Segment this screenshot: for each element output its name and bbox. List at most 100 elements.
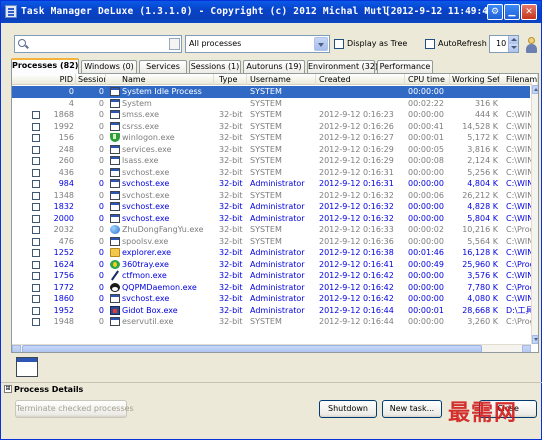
tab-1[interactable]: Windows (0) <box>81 60 137 73</box>
cell-name: 360tray.exe <box>122 259 169 269</box>
cell-session: 0 <box>98 110 104 119</box>
cell-cpu-time: 00:01:46 <box>408 248 444 257</box>
cell-cpu-time: 00:02:22 <box>408 98 444 108</box>
cell-cpu-time: 00:00:08 <box>408 156 444 165</box>
tab-0[interactable]: Processes (82) <box>11 58 79 74</box>
toolbar: All processes Display as Tree AutoRefres… <box>1 35 542 55</box>
horizontal-scroll-thumb[interactable] <box>22 345 482 352</box>
cell-username: Administrator <box>250 213 305 223</box>
table-row[interactable]: 1952 0 Gidot Box.exe 32-bit Administrator 201… <box>12 305 538 317</box>
cell-type: 32-bit <box>219 236 243 246</box>
column-header-session[interactable]: Session <box>78 74 106 85</box>
table-row[interactable]: 1624 0 360tray.exe 32-bit Administrator 2012-… <box>12 259 538 271</box>
scroll-right-icon[interactable] <box>522 345 531 352</box>
cell-username: SYSTEM <box>250 110 282 119</box>
cell-session: 0 <box>98 294 104 303</box>
stepper-down-icon[interactable] <box>508 44 518 52</box>
column-header-type[interactable]: Type <box>217 74 247 85</box>
cell-working-set: 14,528 K <box>462 121 498 131</box>
table-row[interactable]: 1860 0 svchost.exe 32-bit Administrator 2012-… <box>12 293 538 305</box>
cell-name: svchost.exe <box>122 202 170 211</box>
table-row[interactable]: 156 0 winlogon.exe 32-bit SYSTEM 2012-9-12 0:… <box>12 132 538 144</box>
title-bar[interactable]: Task Manager DeLuxe (1.3.1.0) - Copyrigh… <box>1 1 541 23</box>
auto-refresh-checkbox[interactable] <box>425 39 435 49</box>
table-row[interactable]: 1868 0 smss.exe 32-bit SYSTEM 2012-9-12 0:16:… <box>12 109 538 121</box>
vertical-scrollbar[interactable] <box>531 85 538 344</box>
cell-pid: 436 <box>58 167 74 177</box>
cell-cpu-time: 00:00:01 <box>408 133 444 142</box>
new-task-button[interactable]: New task... <box>382 400 442 418</box>
tab-6[interactable]: Performance <box>377 60 433 73</box>
window-icon <box>110 202 120 211</box>
process-table: PID Session Name Type Username Created CPU tim… <box>11 73 539 353</box>
table-row[interactable]: 248 0 services.exe 32-bit SYSTEM 2012-9-12 0:… <box>12 144 538 156</box>
cell-name: spoolsv.exe <box>122 236 169 246</box>
column-header-filename[interactable]: Filename <box>504 74 538 85</box>
chevron-down-icon[interactable] <box>314 37 328 51</box>
tab-4[interactable]: Autoruns (19) <box>243 60 305 73</box>
table-row[interactable]: 2032 0 ZhuDongFangYu.exe 32-bit SYSTEM 2012-9… <box>12 224 538 236</box>
cell-name: winlogon.exe <box>122 133 175 142</box>
scroll-left-icon[interactable] <box>12 345 21 352</box>
table-row[interactable]: 1992 0 csrss.exe 32-bit SYSTEM 2012-9-12 0:16… <box>12 121 538 133</box>
search-box[interactable] <box>14 35 182 53</box>
tab-3[interactable]: Sessions (1) <box>189 60 241 73</box>
window-icon <box>110 213 120 223</box>
cell-working-set: 25,960 K <box>462 259 498 269</box>
close-window-button[interactable]: ✕ <box>521 4 537 20</box>
display-as-tree-checkbox[interactable] <box>334 39 344 49</box>
process-details-bar[interactable]: ⊞ Process Details <box>1 382 542 395</box>
cell-name: Gidot Box.exe <box>122 305 178 315</box>
column-header-name[interactable]: Name <box>110 74 214 85</box>
cell-cpu-time: 00:00:00 <box>408 213 444 223</box>
refresh-interval-stepper[interactable]: 10 <box>489 35 519 53</box>
column-header-cpu-time[interactable]: CPU time <box>406 74 450 85</box>
minimize-button[interactable]: ▁ <box>504 4 520 20</box>
column-header-username[interactable]: Username <box>248 74 316 85</box>
column-header-pid[interactable]: PID <box>34 74 76 85</box>
cell-type: 32-bit <box>219 144 243 154</box>
search-clear-button[interactable] <box>169 38 180 50</box>
column-header-created[interactable]: Created <box>317 74 405 85</box>
table-row[interactable]: 1348 0 svchost.exe 32-bit SYSTEM 2012-9-12 0:… <box>12 190 538 202</box>
table-row[interactable]: 260 0 lsass.exe 32-bit SYSTEM 2012-9-12 0:16:… <box>12 155 538 167</box>
scroll-up-icon[interactable] <box>532 85 538 94</box>
table-row[interactable]: 2000 0 svchost.exe 32-bit Administrator 2012-… <box>12 213 538 225</box>
user-icon[interactable] <box>523 36 539 54</box>
table-row[interactable]: 1252 0 explorer.exe 32-bit Administrator 2012… <box>12 247 538 259</box>
table-row[interactable]: 1756 0 ctfmon.exe 32-bit Administrator 2012-9… <box>12 270 538 282</box>
cell-name: svchost.exe <box>122 190 170 200</box>
terminate-checked-button[interactable]: Terminate checked processes <box>15 400 134 418</box>
table-row[interactable]: 1832 0 svchost.exe 32-bit Administrator 2012-… <box>12 201 538 213</box>
shutdown-button[interactable]: Shutdown <box>319 400 377 418</box>
cell-name: System <box>122 98 152 108</box>
cell-name: System Idle Process <box>122 87 202 96</box>
cell-username: SYSTEM <box>250 167 282 177</box>
table-row[interactable]: 0 0 System Idle Process SYSTEM 00:00:00 <box>12 86 530 98</box>
stepper-up-icon[interactable] <box>508 36 518 44</box>
table-row[interactable]: 476 0 spoolsv.exe 32-bit SYSTEM 2012-9-12 0:1… <box>12 236 538 248</box>
cell-cpu-time: 00:00:00 <box>408 167 444 177</box>
table-row[interactable]: 4 0 System SYSTEM 00:02:22 316 K <box>12 98 530 110</box>
window-icon <box>110 156 120 165</box>
tab-5[interactable]: Environment (32) <box>307 60 378 73</box>
cell-created: 2012-9-12 0:16:32 <box>319 202 394 211</box>
search-icon <box>18 39 26 47</box>
cell-session: 0 <box>98 259 104 269</box>
settings-icon[interactable]: ⚙ <box>487 4 503 20</box>
column-header-working-set[interactable]: Working Set <box>452 74 500 85</box>
scroll-down-icon[interactable] <box>532 335 538 344</box>
cell-username: SYSTEM <box>250 87 282 96</box>
cell-username: SYSTEM <box>250 144 282 154</box>
expand-icon[interactable]: ⊞ <box>4 385 12 393</box>
search-input[interactable] <box>31 37 171 51</box>
cell-working-set: 316 K <box>474 98 498 108</box>
horizontal-scrollbar[interactable] <box>12 344 531 352</box>
table-row[interactable]: 436 0 svchost.exe 32-bit SYSTEM 2012-9-12 0:1… <box>12 167 538 179</box>
cell-pid: 1756 <box>53 271 74 280</box>
table-row[interactable]: 1772 0 QQPMDaemon.exe 32-bit Administrator 20… <box>12 282 538 294</box>
tab-2[interactable]: Services <box>139 60 187 73</box>
table-row[interactable]: 1948 0 eservutil.exe 32-bit SYSTEM 2012-9-12 … <box>12 316 538 328</box>
process-filter-select[interactable]: All processes <box>185 35 330 53</box>
table-row[interactable]: 984 0 svchost.exe 32-bit Administrator 2012-9… <box>12 178 538 190</box>
